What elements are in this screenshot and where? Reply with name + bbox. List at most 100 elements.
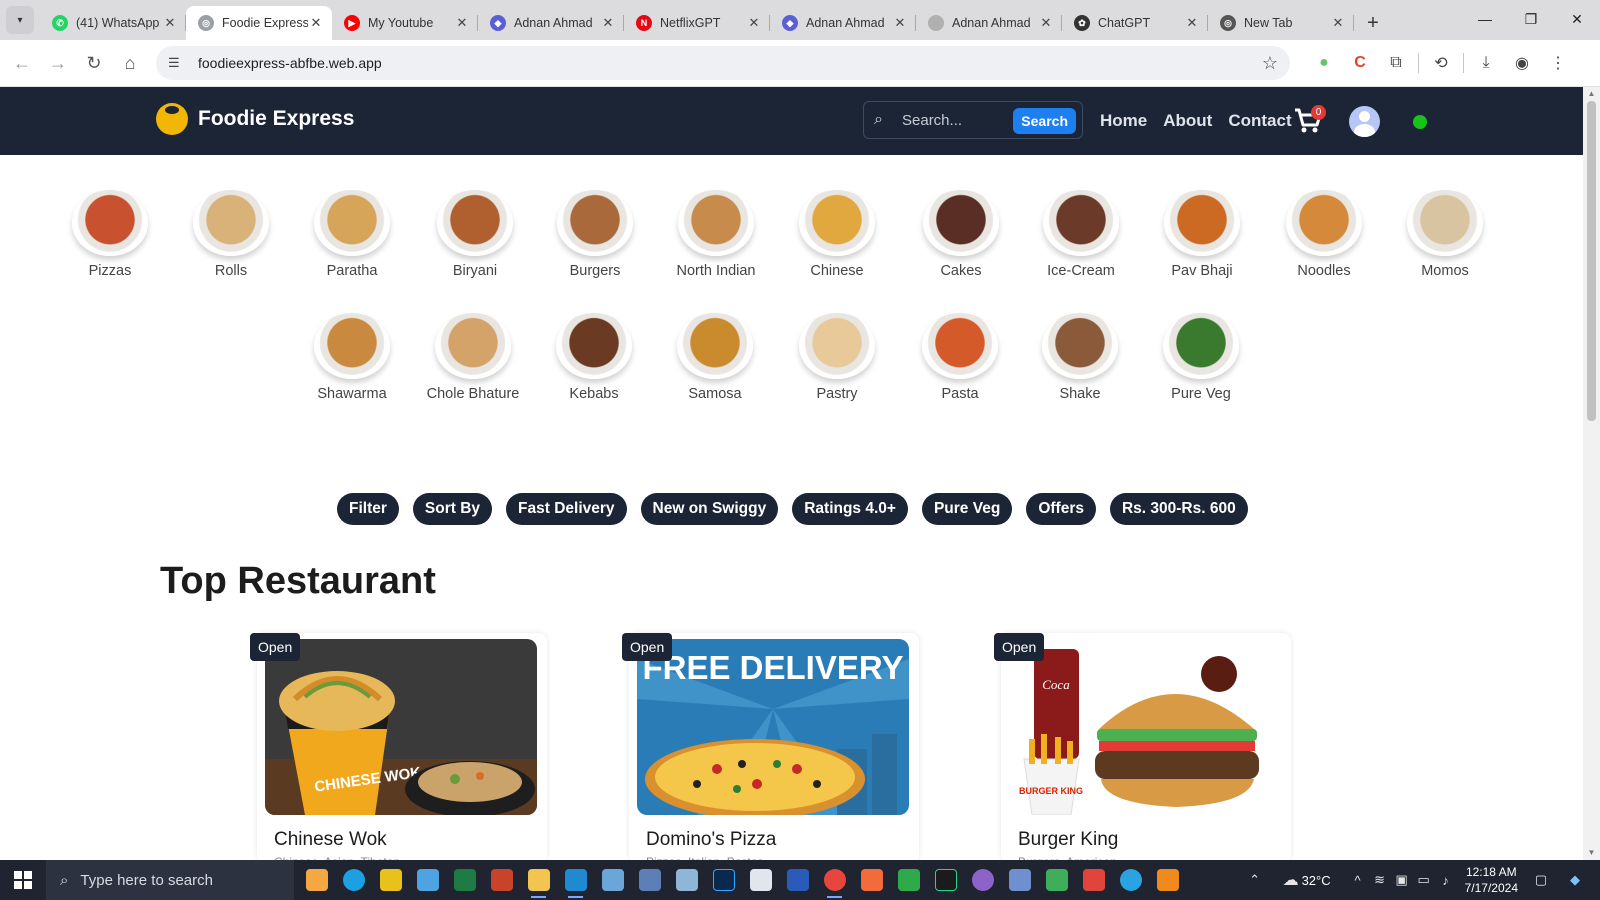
- back-arrow-icon[interactable]: ←: [4, 45, 40, 81]
- category-item[interactable]: Shake: [1025, 313, 1135, 402]
- forward-arrow-icon[interactable]: →: [40, 45, 76, 81]
- history-icon[interactable]: ⟲: [1423, 45, 1459, 81]
- chevron-up-icon[interactable]: ^: [1347, 873, 1369, 888]
- tab-close-icon[interactable]: ✕: [162, 15, 178, 31]
- browser-tab[interactable]: ◆ Adnan Ahmad ✕: [770, 6, 916, 40]
- category-item[interactable]: Pav Bhaji: [1147, 190, 1257, 279]
- tab-close-icon[interactable]: ✕: [892, 15, 908, 31]
- tab-close-icon[interactable]: ✕: [308, 15, 324, 31]
- category-item[interactable]: North Indian: [661, 190, 771, 279]
- extensions-puzzle-icon[interactable]: ⧉: [1378, 45, 1414, 81]
- category-item[interactable]: Shawarma: [297, 313, 407, 402]
- new-tab-plus-icon[interactable]: +: [1358, 8, 1388, 38]
- extension-red-icon[interactable]: C: [1342, 45, 1378, 81]
- browser-tab[interactable]: ◆ Adnan Ahmad ✕: [478, 6, 624, 40]
- taskbar-photoshop-icon[interactable]: [705, 860, 742, 900]
- category-item[interactable]: Chinese: [782, 190, 892, 279]
- download-icon[interactable]: ⤓: [1468, 45, 1504, 81]
- restaurant-name[interactable]: Domino's Pizza: [646, 829, 776, 851]
- filter-chip[interactable]: Filter: [337, 493, 399, 525]
- category-item[interactable]: Pure Veg: [1146, 313, 1256, 402]
- taskbar-vscode-icon[interactable]: [557, 860, 594, 900]
- browser-tab[interactable]: Adnan Ahmad ✕: [916, 6, 1062, 40]
- taskbar-word-icon[interactable]: [779, 860, 816, 900]
- taskbar-app-icon[interactable]: [594, 860, 631, 900]
- taskbar-github-icon[interactable]: [964, 860, 1001, 900]
- filter-chip[interactable]: Pure Veg: [921, 493, 1013, 525]
- taskbar-app-icon[interactable]: [1075, 860, 1112, 900]
- close-window-icon[interactable]: ✕: [1554, 0, 1600, 38]
- category-item[interactable]: Rolls: [176, 190, 286, 279]
- taskbar-app-icon[interactable]: [890, 860, 927, 900]
- brand[interactable]: Foodie Express: [156, 103, 354, 135]
- address-bar[interactable]: ☰ foodieexpress-abfbe.web.app ☆: [156, 46, 1290, 80]
- restaurant-name[interactable]: Chinese Wok: [274, 829, 387, 851]
- taskbar-app-icon[interactable]: [1038, 860, 1075, 900]
- network-icon[interactable]: ≋: [1369, 872, 1391, 888]
- extension-green-icon[interactable]: ●: [1306, 45, 1342, 81]
- category-item[interactable]: Ice-Cream: [1026, 190, 1136, 279]
- kebab-menu-icon[interactable]: ⋮: [1540, 45, 1576, 81]
- filter-chip[interactable]: Fast Delivery: [506, 493, 627, 525]
- site-info-icon[interactable]: ☰: [168, 55, 188, 71]
- filter-chip[interactable]: Sort By: [412, 493, 493, 525]
- taskbar-app-icon[interactable]: [1001, 860, 1038, 900]
- taskbar-excel-icon[interactable]: [446, 860, 483, 900]
- windows-start-icon[interactable]: [0, 860, 46, 900]
- notifications-icon[interactable]: ▢: [1530, 872, 1552, 888]
- tab-close-icon[interactable]: ✕: [1330, 15, 1346, 31]
- weather-icon[interactable]: ☁: [1280, 870, 1302, 890]
- taskbar-app-icon[interactable]: [631, 860, 668, 900]
- category-item[interactable]: Samosa: [660, 313, 770, 402]
- scrollbar-thumb[interactable]: [1587, 101, 1596, 421]
- category-item[interactable]: Burgers: [540, 190, 650, 279]
- restaurant-card[interactable]: FREE DELIVERY Domino's Pizza Pizzas, Ita…: [629, 633, 919, 863]
- taskbar-file-explorer-icon[interactable]: [520, 860, 557, 900]
- taskbar-app-blue-icon[interactable]: [409, 860, 446, 900]
- taskbar-app-yellow-icon[interactable]: [372, 860, 409, 900]
- browser-tab[interactable]: ✿ ChatGPT ✕: [1062, 6, 1208, 40]
- search-button[interactable]: Search: [1013, 108, 1076, 134]
- browser-tab[interactable]: ◎ New Tab ✕: [1208, 6, 1354, 40]
- page-scrollbar[interactable]: ▲ ▼: [1583, 87, 1600, 860]
- restore-icon[interactable]: ❐: [1508, 0, 1554, 38]
- filter-chip[interactable]: Offers: [1026, 493, 1096, 525]
- taskbar-edge-icon[interactable]: [335, 860, 372, 900]
- nav-about-link[interactable]: About: [1163, 111, 1212, 131]
- taskbar-app-icon[interactable]: [668, 860, 705, 900]
- browser-tab[interactable]: ✆ (41) WhatsApp ✕: [40, 6, 186, 40]
- restaurant-card[interactable]: Coca BURGER KING Burger King Burgers, Am…: [1001, 633, 1291, 863]
- category-item[interactable]: Paratha: [297, 190, 407, 279]
- tab-close-icon[interactable]: ✕: [746, 15, 762, 31]
- category-item[interactable]: Momos: [1390, 190, 1500, 279]
- tab-search-chevron-icon[interactable]: ▾: [6, 6, 34, 34]
- browser-tab[interactable]: ◎ Foodie Express ✕: [186, 6, 332, 40]
- restaurant-name[interactable]: Burger King: [1018, 829, 1118, 851]
- tab-close-icon[interactable]: ✕: [600, 15, 616, 31]
- tab-close-icon[interactable]: ✕: [454, 15, 470, 31]
- taskbar-clock[interactable]: 12:18 AM 7/17/2024: [1465, 864, 1518, 896]
- copilot-icon[interactable]: ◆: [1564, 872, 1586, 888]
- volume-icon[interactable]: ♪: [1435, 873, 1457, 888]
- scroll-down-arrow-icon[interactable]: ▼: [1583, 846, 1600, 860]
- nav-contact-link[interactable]: Contact: [1228, 111, 1291, 131]
- scroll-up-arrow-icon[interactable]: ▲: [1583, 87, 1600, 101]
- browser-tab[interactable]: ▶ My Youtube ✕: [332, 6, 478, 40]
- home-icon[interactable]: ⌂: [112, 45, 148, 81]
- weather-temperature[interactable]: 32°C: [1302, 873, 1331, 888]
- restaurant-card[interactable]: CHINESE WOK Chinese Wok Chinese, Asian, …: [257, 633, 547, 863]
- category-item[interactable]: Kebabs: [539, 313, 649, 402]
- search-input[interactable]: [902, 111, 1012, 129]
- battery-icon[interactable]: ▭: [1413, 872, 1435, 888]
- category-item[interactable]: Cakes: [906, 190, 1016, 279]
- taskbar-search[interactable]: ⌕ Type here to search: [46, 860, 294, 900]
- category-item[interactable]: Biryani: [420, 190, 530, 279]
- filter-chip[interactable]: Rs. 300-Rs. 600: [1109, 493, 1248, 525]
- browser-tab[interactable]: N NetflixGPT ✕: [624, 6, 770, 40]
- category-item[interactable]: Pastry: [782, 313, 892, 402]
- category-item[interactable]: Pasta: [905, 313, 1015, 402]
- url-text[interactable]: foodieexpress-abfbe.web.app: [198, 55, 1262, 71]
- minimize-icon[interactable]: —: [1462, 0, 1508, 38]
- taskbar-vlc-icon[interactable]: [1149, 860, 1186, 900]
- device-icon[interactable]: ▣: [1391, 872, 1413, 888]
